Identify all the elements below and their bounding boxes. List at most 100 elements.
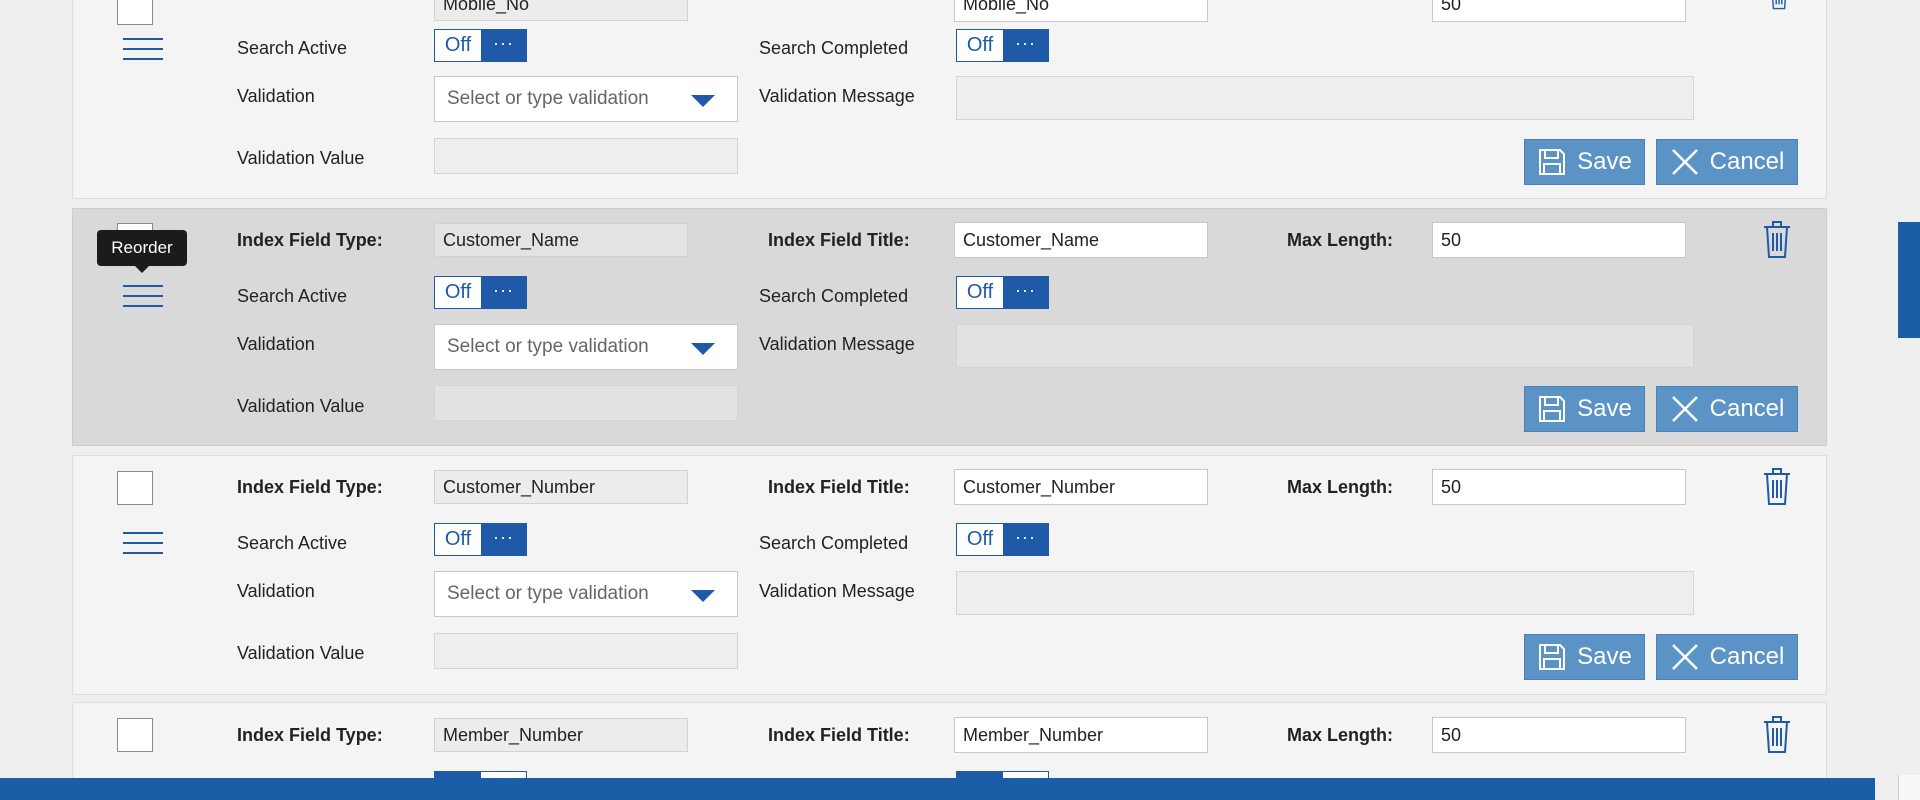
floppy-disk-icon xyxy=(1539,644,1566,670)
trash-icon[interactable] xyxy=(1761,219,1793,259)
validation-value-input[interactable] xyxy=(434,138,738,174)
search-completed-toggle[interactable]: Off ··· xyxy=(956,523,1049,556)
reorder-icon[interactable] xyxy=(123,530,163,556)
toggle-menu-icon[interactable]: ··· xyxy=(481,524,526,555)
cancel-button[interactable]: Cancel xyxy=(1656,139,1798,185)
validation-select[interactable]: Select or type validation xyxy=(434,571,738,617)
search-completed-label: Search Completed xyxy=(759,533,909,553)
validation-select-placeholder: Select or type validation xyxy=(447,88,649,109)
validation-select-placeholder: Select or type validation xyxy=(447,583,649,604)
index-field-title-label: Index Field Title: xyxy=(768,230,910,250)
search-active-toggle[interactable]: Off ··· xyxy=(434,523,527,556)
index-field-title-label: Index Field Title: xyxy=(768,725,910,745)
cancel-button-label: Cancel xyxy=(1709,395,1785,422)
validation-label: Validation xyxy=(237,334,315,354)
search-active-toggle[interactable]: Off ··· xyxy=(434,29,527,62)
toggle-off-label: Off xyxy=(435,277,481,308)
toggle-off-label: Off xyxy=(435,30,481,61)
validation-select[interactable]: Select or type validation xyxy=(434,76,738,122)
x-icon xyxy=(1671,149,1698,175)
max-length-label: Max Length: xyxy=(1287,725,1393,745)
max-length-input[interactable]: 50 xyxy=(1432,717,1686,753)
floppy-disk-icon xyxy=(1539,396,1566,422)
trash-icon[interactable] xyxy=(1761,466,1793,506)
max-length-label: Max Length: xyxy=(1287,230,1393,250)
index-field-title-input[interactable]: Mobile_No xyxy=(954,0,1208,22)
toggle-menu-icon[interactable]: ··· xyxy=(1003,30,1048,61)
save-button-label: Save xyxy=(1577,395,1632,422)
validation-value-input[interactable] xyxy=(434,385,738,421)
index-field-title-input[interactable]: Member_Number xyxy=(954,717,1208,753)
index-field-type-value: Mobile_No xyxy=(434,0,688,21)
validation-select-placeholder: Select or type validation xyxy=(447,336,649,357)
validation-label: Validation xyxy=(237,86,315,106)
trash-icon[interactable] xyxy=(1761,714,1793,754)
reorder-tooltip: Reorder xyxy=(97,230,187,273)
validation-value-label: Validation Value xyxy=(237,148,365,168)
search-completed-toggle[interactable]: Off ··· xyxy=(956,276,1049,309)
scrollbar[interactable] xyxy=(1898,775,1920,800)
save-button[interactable]: Save xyxy=(1524,139,1645,185)
row-select-checkbox[interactable] xyxy=(117,0,153,25)
index-field-title-label: Index Field Title: xyxy=(768,477,910,497)
toggle-off-label: Off xyxy=(435,524,481,555)
caret-down-icon xyxy=(691,590,715,602)
index-field-card: Index Field Type: Customer_Number Index … xyxy=(72,455,1827,695)
x-icon xyxy=(1671,396,1698,422)
validation-message-input[interactable] xyxy=(956,571,1694,615)
index-field-title-input[interactable]: Customer_Name xyxy=(954,222,1208,258)
index-field-type-label: Index Field Type: xyxy=(237,477,383,497)
toggle-menu-icon[interactable]: ··· xyxy=(1003,277,1048,308)
caret-down-icon xyxy=(691,343,715,355)
search-completed-label: Search Completed xyxy=(759,38,909,58)
search-active-toggle[interactable]: Off ··· xyxy=(434,276,527,309)
validation-message-label: Validation Message xyxy=(759,334,915,354)
reorder-icon[interactable] xyxy=(123,36,163,62)
search-active-label: Search Active xyxy=(237,286,348,306)
search-completed-label: Search Completed xyxy=(759,286,909,306)
caret-down-icon xyxy=(691,95,715,107)
validation-message-label: Validation Message xyxy=(759,581,915,601)
validation-value-label: Validation Value xyxy=(237,643,365,663)
index-field-type-label: Index Field Type: xyxy=(237,230,383,250)
index-field-type-value: Customer_Number xyxy=(434,470,688,504)
save-button-label: Save xyxy=(1577,148,1632,175)
validation-message-input[interactable] xyxy=(956,76,1694,120)
save-button[interactable]: Save xyxy=(1524,634,1645,680)
side-panel-tab[interactable] xyxy=(1898,222,1920,338)
index-field-type-value: Member_Number xyxy=(434,718,688,752)
max-length-input[interactable]: 50 xyxy=(1432,0,1686,22)
validation-value-input[interactable] xyxy=(434,633,738,669)
max-length-label: Max Length: xyxy=(1287,477,1393,497)
validation-message-input[interactable] xyxy=(956,324,1694,368)
validation-select[interactable]: Select or type validation xyxy=(434,324,738,370)
max-length-input[interactable]: 50 xyxy=(1432,222,1686,258)
trash-icon[interactable] xyxy=(1763,0,1795,22)
cancel-button[interactable]: Cancel xyxy=(1656,386,1798,432)
cancel-button[interactable]: Cancel xyxy=(1656,634,1798,680)
save-button[interactable]: Save xyxy=(1524,386,1645,432)
cancel-button-label: Cancel xyxy=(1709,643,1785,670)
max-length-input[interactable]: 50 xyxy=(1432,469,1686,505)
index-field-card: Index Field Type: Customer_Name Index Fi… xyxy=(72,208,1827,446)
save-button-label: Save xyxy=(1577,643,1632,670)
search-completed-toggle[interactable]: Off ··· xyxy=(956,29,1049,62)
index-field-type-label: Index Field Type: xyxy=(237,725,383,745)
validation-message-label: Validation Message xyxy=(759,86,915,106)
row-select-checkbox[interactable] xyxy=(117,471,153,505)
validation-value-label: Validation Value xyxy=(237,396,365,416)
row-select-checkbox[interactable] xyxy=(117,718,153,752)
cancel-button-label: Cancel xyxy=(1709,148,1785,175)
toggle-off-label: Off xyxy=(957,277,1003,308)
toggle-off-label: Off xyxy=(957,524,1003,555)
toggle-menu-icon[interactable]: ··· xyxy=(481,30,526,61)
index-field-type-value: Customer_Name xyxy=(434,223,688,257)
x-icon xyxy=(1671,644,1698,670)
toggle-menu-icon[interactable]: ··· xyxy=(1003,524,1048,555)
toggle-menu-icon[interactable]: ··· xyxy=(481,277,526,308)
reorder-icon[interactable] xyxy=(123,283,163,309)
index-field-title-input[interactable]: Customer_Number xyxy=(954,469,1208,505)
index-field-card: Mobile_No Mobile_No 50 Search Active Off… xyxy=(72,0,1827,199)
toggle-off-label: Off xyxy=(957,30,1003,61)
search-active-label: Search Active xyxy=(237,533,348,553)
